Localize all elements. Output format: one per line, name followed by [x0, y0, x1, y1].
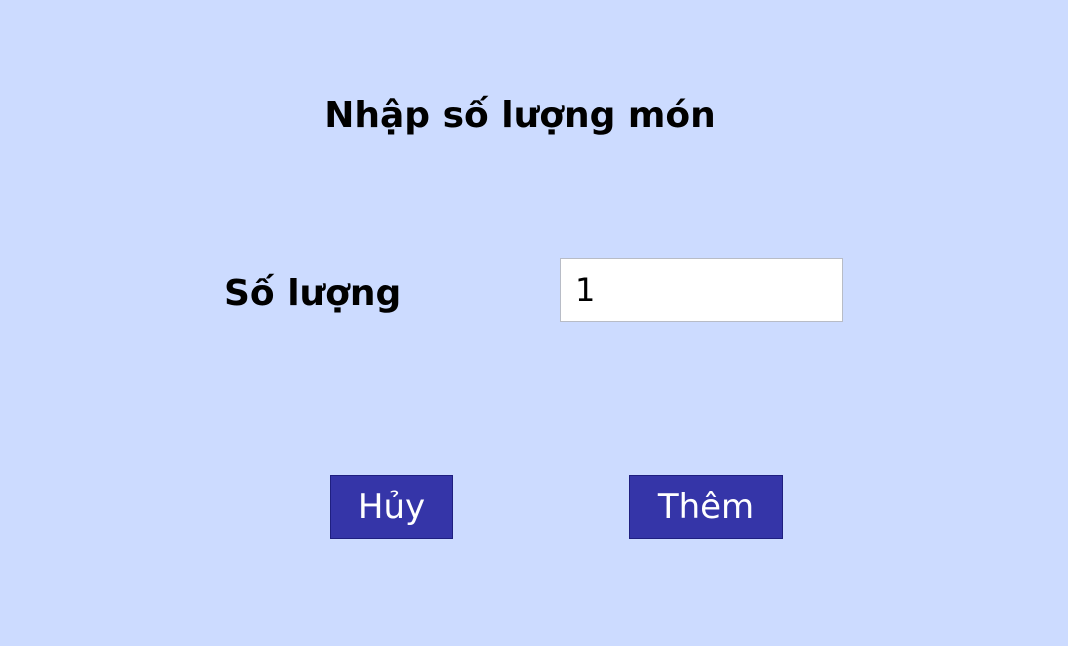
- cancel-button[interactable]: Hủy: [330, 475, 453, 539]
- dialog-title: Nhập số lượng món: [324, 95, 716, 136]
- quantity-dialog: Nhập số lượng món Số lượng Hủy Thêm: [0, 0, 1068, 646]
- quantity-input[interactable]: [560, 258, 843, 322]
- add-button[interactable]: Thêm: [629, 475, 783, 539]
- quantity-label: Số lượng: [224, 273, 402, 314]
